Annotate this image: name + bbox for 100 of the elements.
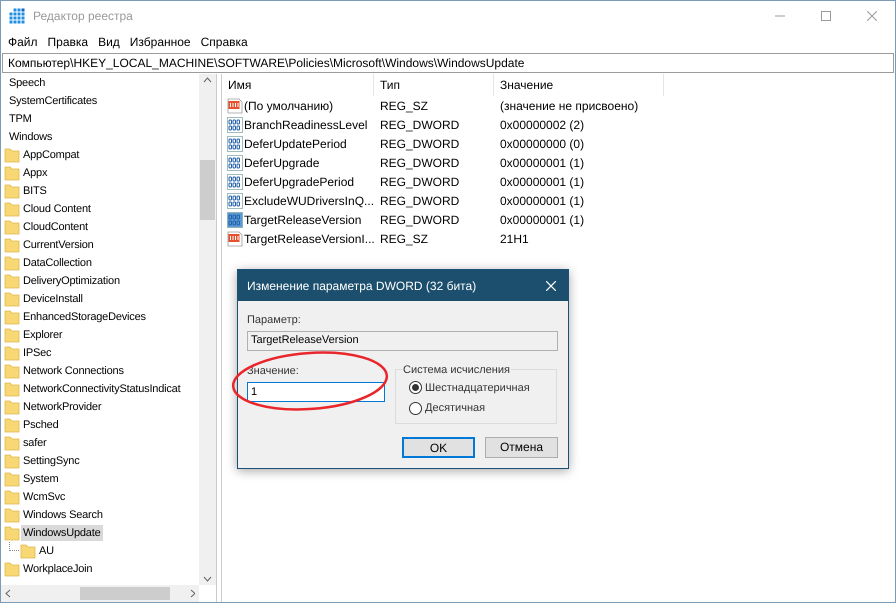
tree-item[interactable]: Windows <box>7 128 54 146</box>
folder-icon <box>4 561 20 577</box>
tree-item[interactable]: Cloud Content <box>21 200 93 218</box>
column-header[interactable]: Тип <box>374 74 494 96</box>
value-name: TargetReleaseVersionI... <box>244 230 375 248</box>
value-data: 0x00000001 (1) <box>499 192 584 210</box>
folder-icon <box>4 507 20 523</box>
column-header[interactable]: Имя <box>222 74 374 96</box>
scroll-right-icon[interactable] <box>190 589 195 598</box>
tree-item[interactable]: DeliveryOptimization <box>21 272 122 290</box>
vertical-scrollbar[interactable] <box>199 74 216 585</box>
tree-item[interactable]: WcmSvc <box>21 488 68 506</box>
tree-item[interactable]: BITS <box>21 182 49 200</box>
scroll-left-icon[interactable] <box>5 589 10 598</box>
tree-item[interactable]: TPM <box>7 110 34 128</box>
radio-button[interactable] <box>409 381 422 394</box>
menu-item[interactable]: Вид <box>93 33 125 51</box>
value-name: DeferUpgradePeriod <box>244 174 354 190</box>
value-type: REG_DWORD <box>379 136 460 152</box>
folder-icon <box>4 345 20 361</box>
value-data: 0x00000001 (1) <box>499 212 584 228</box>
value-data: 0x00000001 (1) <box>499 154 584 172</box>
tree-item[interactable]: AU <box>37 542 56 560</box>
folder-icon <box>4 471 20 487</box>
folder-icon <box>4 417 20 433</box>
tree-item[interactable]: DeviceInstall <box>21 290 85 308</box>
menu-item[interactable]: Правка <box>42 33 94 51</box>
value-name: ExcludeWUDriversInQ... <box>244 192 374 210</box>
registry-app-icon <box>9 8 25 24</box>
folder-icon <box>4 291 20 307</box>
parameter-label: Параметр: <box>247 313 302 328</box>
tree-item[interactable]: DataCollection <box>21 254 94 272</box>
tree-item[interactable]: System <box>21 470 60 488</box>
menu-item[interactable]: Избранное <box>124 33 196 51</box>
value-name: DeferUpdatePeriod <box>244 136 347 152</box>
folder-icon <box>4 381 20 397</box>
column-header[interactable]: Значение <box>494 74 664 96</box>
tree-item[interactable]: safer <box>21 434 48 452</box>
folder-icon <box>4 327 20 343</box>
radio-option[interactable]: Шестнадцатеричная <box>409 380 556 396</box>
tree-connector-line <box>9 542 19 551</box>
value-data: 0x00000001 (1) <box>499 174 584 190</box>
tree-item[interactable]: SettingSync <box>21 452 82 470</box>
scrollbar-thumb[interactable] <box>200 160 215 220</box>
tree-item[interactable]: AppCompat <box>21 146 82 164</box>
tree-item[interactable]: Speech <box>7 74 48 92</box>
value-name: DeferUpgrade <box>244 154 320 172</box>
tree-item[interactable]: Appx <box>21 164 50 182</box>
folder-icon <box>4 255 20 271</box>
folder-icon <box>4 183 20 199</box>
window-title: Редактор реестра <box>33 8 133 25</box>
value-label: Значение: <box>247 364 300 378</box>
tree-item[interactable]: CurrentVersion <box>21 236 96 254</box>
value-type: REG_DWORD <box>379 154 460 172</box>
parameter-field: TargetReleaseVersion <box>247 330 558 350</box>
close-icon <box>546 280 556 290</box>
tree-item[interactable]: CloudContent <box>21 218 90 236</box>
folder-icon <box>4 309 20 325</box>
value-name: TargetReleaseVersion <box>244 212 362 228</box>
tree-item[interactable]: Psched <box>21 416 60 434</box>
dialog-title: Изменение параметра DWORD (32 бита) <box>247 278 476 294</box>
menu-item[interactable]: Файл <box>3 33 43 51</box>
folder-icon <box>4 165 20 181</box>
value-type: REG_DWORD <box>379 174 460 190</box>
menu-item[interactable]: Справка <box>196 33 253 51</box>
folder-icon <box>4 273 20 289</box>
tree-item[interactable]: EnhancedStorageDevices <box>21 308 148 326</box>
scroll-up-icon[interactable] <box>203 77 212 83</box>
tree-item[interactable]: IPSec <box>21 344 54 362</box>
tree-item[interactable]: WindowsUpdate <box>21 524 102 542</box>
folder-icon <box>4 525 20 541</box>
scrollbar-thumb[interactable] <box>80 587 170 600</box>
horizontal-scrollbar[interactable] <box>1 585 199 602</box>
address-bar[interactable]: Компьютер\HKEY_LOCAL_MACHINE\SOFTWARE\Policies\Microsoft\Windows\WindowsUpdate <box>2 53 894 73</box>
scroll-down-icon[interactable] <box>203 576 212 582</box>
tree-item[interactable]: NetworkProvider <box>21 398 104 416</box>
value-data: 0x00000002 (2) <box>499 116 584 134</box>
ok-button[interactable]: OK <box>402 436 475 458</box>
radio-option[interactable]: Десятичная <box>409 400 556 416</box>
tree-item[interactable]: Windows Search <box>21 506 105 524</box>
folder-icon <box>4 201 20 217</box>
value-type: REG_DWORD <box>379 116 460 134</box>
tree-item[interactable]: WorkplaceJoin <box>21 560 94 578</box>
tree-item[interactable]: NetworkConnectivityStatusIndicat <box>21 380 182 398</box>
tree-item[interactable]: Explorer <box>21 326 64 344</box>
tree-item[interactable]: Network Connections <box>21 362 126 380</box>
maximize-icon <box>821 11 831 21</box>
value-type: REG_DWORD <box>379 192 460 210</box>
cancel-button[interactable]: Отмена <box>485 436 558 458</box>
value-input[interactable]: 1 <box>247 382 385 402</box>
value-type: REG_DWORD <box>379 212 460 228</box>
close-icon <box>867 11 877 21</box>
folder-icon <box>4 363 20 379</box>
folder-icon <box>4 399 20 415</box>
value-type: REG_SZ <box>379 98 430 114</box>
folder-icon <box>4 489 20 505</box>
radio-button[interactable] <box>409 402 422 415</box>
tree-item[interactable]: SystemCertificates <box>7 92 100 110</box>
value-data: 21H1 <box>499 230 529 248</box>
folder-icon <box>4 219 20 235</box>
